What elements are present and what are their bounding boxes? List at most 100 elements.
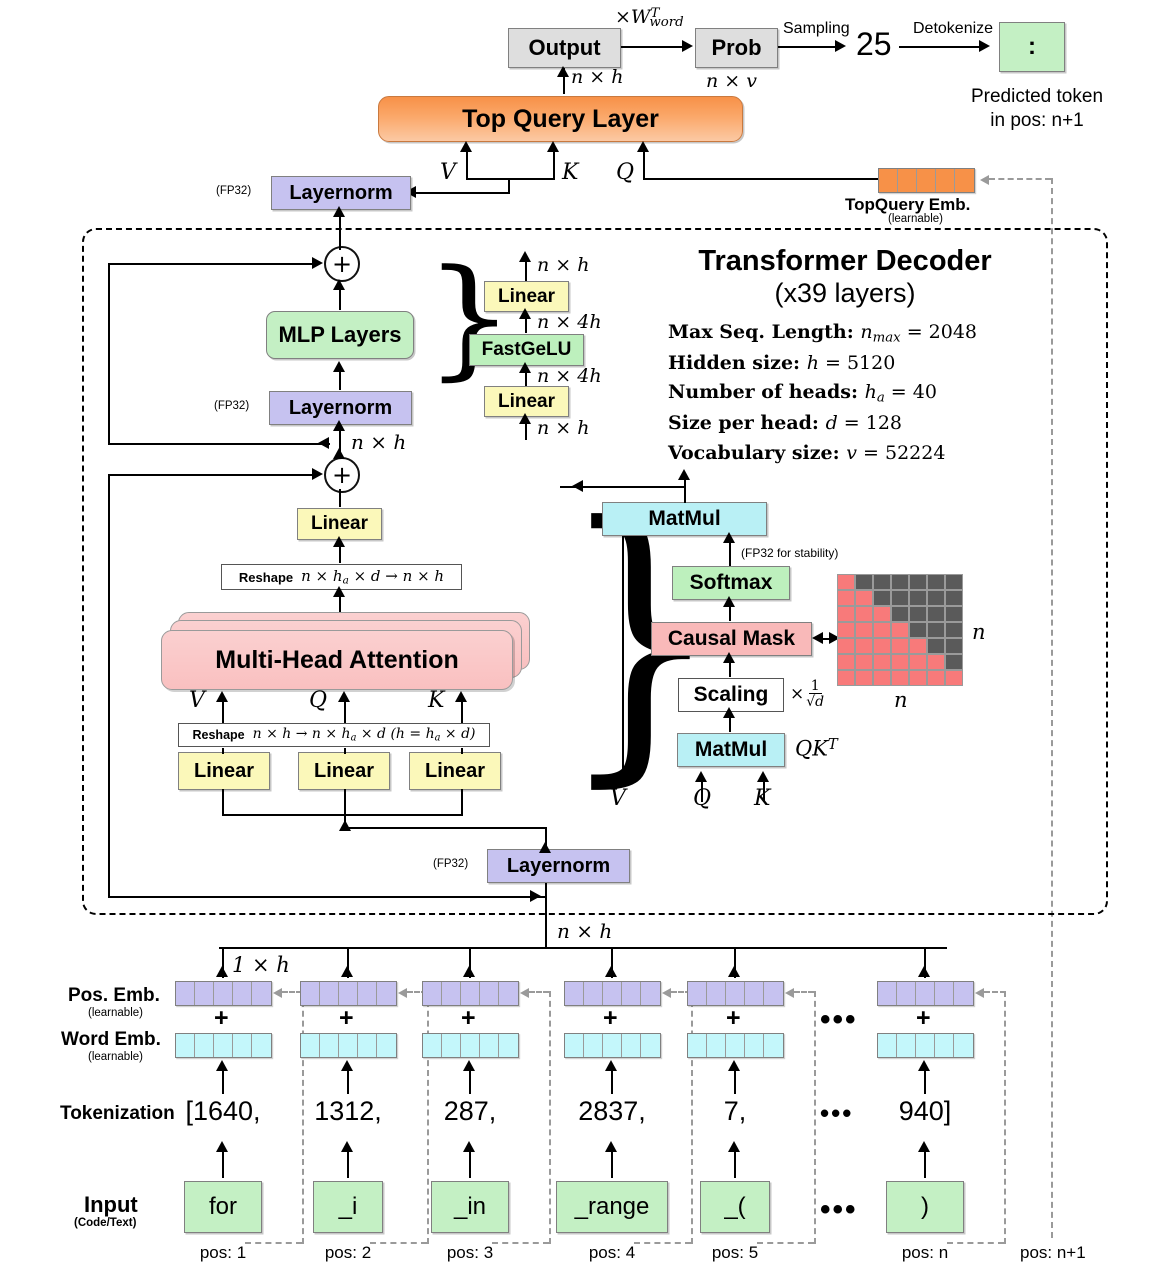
spec-value: 2048 xyxy=(928,321,978,343)
arrowhead xyxy=(723,596,735,607)
decoder-spec-row: Max Seq. Length: nmax = 2048 xyxy=(668,318,1048,349)
mask-cell xyxy=(838,670,855,685)
mask-dim-right: n xyxy=(972,620,986,644)
prob-box: Prob xyxy=(695,28,778,68)
decoder-title-line1: Transformer Decoder xyxy=(698,245,992,277)
spec-symbol: d xyxy=(825,412,838,435)
mlp-residual-dim: n × h xyxy=(351,430,407,454)
connector xyxy=(643,150,646,180)
arrowhead xyxy=(312,468,323,480)
arrowhead xyxy=(678,469,690,480)
input-token-box: _i xyxy=(313,1181,383,1233)
mask-cell xyxy=(891,638,909,654)
input-sub: (Code/Text) xyxy=(74,1217,137,1229)
diagram-canvas: Output ×WTword Prob n × h n × v Sampling… xyxy=(0,0,1151,1280)
mask-cell xyxy=(873,575,891,590)
scaling-math: × 1 √d xyxy=(790,678,825,710)
arrowhead xyxy=(333,448,345,459)
q-label-mha: Q xyxy=(309,688,328,713)
word-emb-sub: (learnable) xyxy=(88,1051,143,1063)
arrowhead xyxy=(918,1060,930,1071)
connector xyxy=(924,1149,927,1178)
arrowhead xyxy=(723,532,735,543)
arrowhead xyxy=(530,890,541,902)
mask-cell xyxy=(873,638,891,654)
connector xyxy=(924,1068,927,1094)
pos-guide-line xyxy=(549,991,551,1244)
spec-name: Vocabulary size: xyxy=(668,441,847,464)
connector xyxy=(466,150,469,180)
q-label-topquery: Q xyxy=(616,160,635,185)
arrowhead xyxy=(463,1141,475,1152)
connector xyxy=(729,540,732,566)
pos-emb-label: Pos. Emb. xyxy=(68,985,160,1006)
layernorm-attention: Layernorm xyxy=(487,849,630,883)
mask-cell xyxy=(909,670,927,685)
position-label: pos: 4 xyxy=(588,1243,636,1262)
word-embedding-strip xyxy=(877,1033,974,1058)
mask-cell xyxy=(855,654,873,670)
connector xyxy=(222,814,463,817)
mask-cell xyxy=(927,590,945,606)
position-label: pos: 5 xyxy=(711,1243,759,1262)
qkt-label: QKT xyxy=(795,736,838,761)
next-pos-label: pos: n+1 xyxy=(1020,1243,1086,1262)
spec-name: Size per head: xyxy=(668,412,826,435)
mask-cell xyxy=(873,590,891,606)
arrowhead xyxy=(728,1060,740,1071)
reshape-in-label: Reshape xyxy=(192,728,245,742)
token-id: 7, xyxy=(723,1096,747,1126)
decoder-output-dim: n × h xyxy=(557,919,613,943)
mask-cell xyxy=(927,606,945,622)
arrowhead xyxy=(785,988,794,998)
pos-embedding-strip xyxy=(564,981,661,1006)
arrowhead xyxy=(338,691,350,702)
connector xyxy=(984,991,1006,993)
spec-equals: = xyxy=(837,412,866,435)
word-embedding-strip xyxy=(564,1033,661,1058)
connector xyxy=(545,915,548,949)
arrowhead xyxy=(341,966,353,977)
arrowhead xyxy=(312,257,323,269)
embedding-bus xyxy=(219,947,947,950)
mask-cell xyxy=(873,670,891,685)
arrowhead xyxy=(339,820,351,831)
embedding-plus: + xyxy=(603,1004,618,1032)
arrowhead xyxy=(662,988,671,998)
connector xyxy=(778,46,837,49)
arrowhead xyxy=(216,691,228,702)
arrowhead xyxy=(460,141,472,152)
mlp-dim-mid-lower: n × 4h xyxy=(537,365,602,387)
matmul-bottom: MatMul xyxy=(677,733,785,767)
mask-cell xyxy=(945,670,962,685)
connector xyxy=(108,263,111,445)
connector xyxy=(339,238,342,250)
arrowhead xyxy=(547,141,559,152)
word-embedding-strip xyxy=(687,1033,784,1058)
spec-value: 52224 xyxy=(885,441,946,464)
connector xyxy=(222,789,225,816)
mask-cell xyxy=(927,622,945,638)
arrowhead xyxy=(333,420,345,431)
v-label-topquery: V xyxy=(440,160,456,185)
residual-add-mlp: + xyxy=(324,246,360,282)
matmul-top: MatMul xyxy=(602,502,767,536)
mask-cell xyxy=(838,575,855,590)
connector xyxy=(899,46,981,49)
decoder-spec-row: Size per head: d = 128 xyxy=(668,409,1048,438)
spec-value: 40 xyxy=(912,381,937,404)
connector xyxy=(108,443,330,446)
mask-cell xyxy=(909,622,927,638)
mask-cell xyxy=(855,670,873,685)
connector xyxy=(347,1068,350,1094)
mask-cell xyxy=(909,575,927,590)
word-embedding-strip xyxy=(422,1033,519,1058)
mask-cell xyxy=(838,638,855,654)
connector xyxy=(108,474,111,898)
arrowhead xyxy=(273,988,282,998)
decoder-title: Transformer Decoder (x39 layers) xyxy=(650,245,1040,309)
ellipsis-input: ••• xyxy=(820,1193,858,1226)
k-label-mha: K xyxy=(428,688,445,713)
mask-cell xyxy=(945,654,962,670)
token-id: [1640, xyxy=(185,1096,261,1126)
